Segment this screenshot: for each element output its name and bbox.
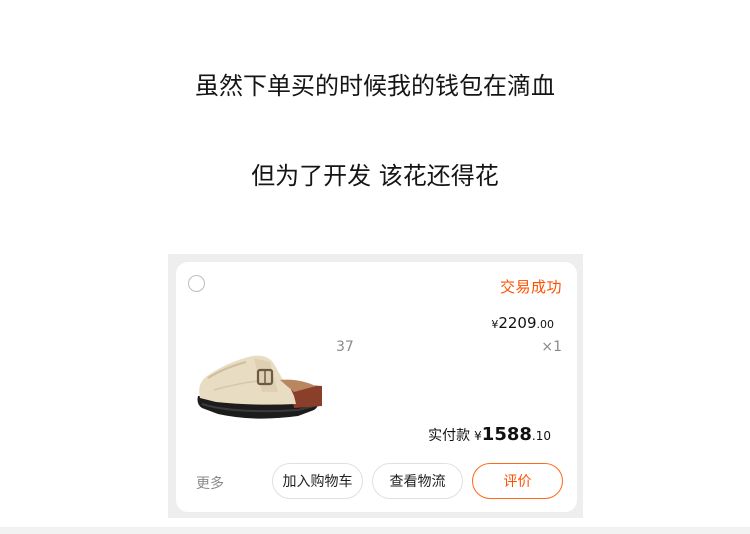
review-button[interactable]: 评价: [472, 463, 563, 499]
item-price: ¥2209.00: [491, 313, 554, 332]
add-to-cart-button[interactable]: 加入购物车: [272, 463, 363, 499]
price-integer: 2209: [498, 314, 537, 332]
caption-line-2: 但为了开发 该花还得花: [251, 162, 499, 190]
price-decimal: .00: [536, 318, 555, 331]
paid-decimal: .10: [531, 429, 551, 443]
bottom-divider: [0, 527, 750, 534]
select-radio[interactable]: [188, 275, 205, 292]
order-status: 交易成功: [499, 278, 562, 296]
item-quantity: ×1: [541, 339, 562, 355]
paid-amount: 实付款 ¥1588.10: [428, 424, 551, 445]
product-image[interactable]: [194, 344, 326, 424]
paid-integer: 1588: [481, 424, 532, 445]
caption-line-1: 虽然下单买的时候我的钱包在滴血: [195, 72, 555, 100]
paid-label: 实付款: [428, 428, 471, 444]
paid-currency: ¥: [474, 429, 482, 443]
item-size: 37: [336, 339, 354, 355]
more-link[interactable]: 更多: [196, 473, 224, 493]
view-logistics-button[interactable]: 查看物流: [372, 463, 463, 499]
